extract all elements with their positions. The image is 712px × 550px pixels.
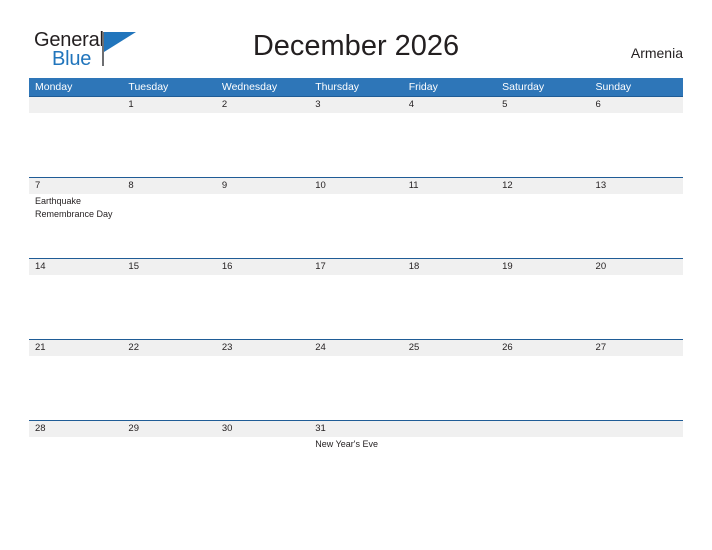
day-event xyxy=(403,194,496,258)
day-event xyxy=(122,194,215,258)
day-number[interactable]: 9 xyxy=(216,178,309,194)
calendar-page: General Blue December 2026 Armenia Monda… xyxy=(0,0,712,550)
day-number[interactable]: 31 xyxy=(309,421,402,437)
country-label: Armenia xyxy=(630,45,683,61)
day-event xyxy=(403,437,496,501)
day-number[interactable]: 25 xyxy=(403,340,496,356)
day-number[interactable]: 16 xyxy=(216,259,309,275)
day-event xyxy=(216,275,309,339)
day-number[interactable]: 14 xyxy=(29,259,122,275)
day-number[interactable]: 4 xyxy=(403,97,496,113)
day-number[interactable]: 21 xyxy=(29,340,122,356)
weekday-wednesday: Wednesday xyxy=(221,81,278,93)
day-event xyxy=(496,113,589,177)
week-event-band xyxy=(29,113,683,177)
day-number[interactable]: 1 xyxy=(122,97,215,113)
day-event xyxy=(403,356,496,420)
day-event xyxy=(590,113,683,177)
day-number[interactable]: 17 xyxy=(309,259,402,275)
day-number[interactable]: 30 xyxy=(216,421,309,437)
calendar-week-row: 7 8 9 10 11 12 13 Earthquake Remembrance… xyxy=(29,177,683,258)
day-number[interactable]: 24 xyxy=(309,340,402,356)
day-event xyxy=(122,275,215,339)
calendar-week-row: 14 15 16 17 18 19 20 xyxy=(29,258,683,339)
day-number[interactable] xyxy=(496,421,589,437)
day-event xyxy=(216,356,309,420)
day-event xyxy=(29,113,122,177)
calendar-week-row: 21 22 23 24 25 26 27 xyxy=(29,339,683,420)
weekday-sunday: Sunday xyxy=(595,81,632,93)
calendar-grid: Monday Tuesday Wednesday Thursday Friday… xyxy=(29,78,683,501)
day-number[interactable]: 6 xyxy=(590,97,683,113)
day-number[interactable]: 3 xyxy=(309,97,402,113)
week-date-band: 21 22 23 24 25 26 27 xyxy=(29,339,683,356)
day-event xyxy=(590,194,683,258)
day-number[interactable]: 15 xyxy=(122,259,215,275)
day-number[interactable] xyxy=(590,421,683,437)
weekday-tuesday: Tuesday xyxy=(128,81,169,93)
day-number[interactable]: 26 xyxy=(496,340,589,356)
day-number[interactable] xyxy=(403,421,496,437)
weekday-thursday: Thursday xyxy=(315,81,360,93)
day-event xyxy=(29,356,122,420)
day-event xyxy=(403,275,496,339)
day-number[interactable]: 29 xyxy=(122,421,215,437)
day-event xyxy=(403,113,496,177)
page-header: General Blue December 2026 Armenia xyxy=(0,0,712,78)
calendar-week-row: 28 29 30 31 New Year's Eve xyxy=(29,420,683,501)
day-number[interactable]: 7 xyxy=(29,178,122,194)
day-event xyxy=(309,275,402,339)
week-event-band xyxy=(29,356,683,420)
weekday-header-row: Monday Tuesday Wednesday Thursday Friday… xyxy=(29,78,683,96)
week-date-band: 7 8 9 10 11 12 13 xyxy=(29,177,683,194)
day-event xyxy=(590,356,683,420)
day-event: Earthquake Remembrance Day xyxy=(35,196,113,219)
day-number[interactable]: 2 xyxy=(216,97,309,113)
weekday-saturday: Saturday xyxy=(502,81,545,93)
day-event xyxy=(216,113,309,177)
day-event xyxy=(122,356,215,420)
day-number[interactable]: 18 xyxy=(403,259,496,275)
day-number[interactable]: 13 xyxy=(590,178,683,194)
day-event xyxy=(590,275,683,339)
page-title: December 2026 xyxy=(252,30,460,62)
day-number[interactable]: 28 xyxy=(29,421,122,437)
day-number[interactable]: 8 xyxy=(122,178,215,194)
calendar-week-row: 1 2 3 4 5 6 xyxy=(29,96,683,177)
day-event xyxy=(122,437,215,501)
week-date-band: 14 15 16 17 18 19 20 xyxy=(29,258,683,275)
day-event: New Year's Eve xyxy=(315,439,379,449)
day-number[interactable]: 11 xyxy=(403,178,496,194)
day-event xyxy=(29,437,122,501)
week-date-band: 28 29 30 31 xyxy=(29,420,683,437)
weekday-monday: Monday xyxy=(35,81,73,93)
day-event xyxy=(496,194,589,258)
day-event xyxy=(122,113,215,177)
day-event xyxy=(216,437,309,501)
day-event xyxy=(496,437,589,501)
day-number[interactable]: 10 xyxy=(309,178,402,194)
day-number[interactable]: 12 xyxy=(496,178,589,194)
week-event-band xyxy=(29,275,683,339)
week-event-band: Earthquake Remembrance Day xyxy=(29,194,683,258)
day-number[interactable]: 5 xyxy=(496,97,589,113)
day-event xyxy=(309,194,402,258)
day-number[interactable]: 27 xyxy=(590,340,683,356)
week-date-band: 1 2 3 4 5 6 xyxy=(29,96,683,113)
day-number[interactable]: 20 xyxy=(590,259,683,275)
weekday-friday: Friday xyxy=(408,81,438,93)
day-number[interactable] xyxy=(29,97,122,113)
day-event xyxy=(29,275,122,339)
day-event xyxy=(309,113,402,177)
day-number[interactable]: 23 xyxy=(216,340,309,356)
day-event xyxy=(496,275,589,339)
day-number[interactable]: 22 xyxy=(122,340,215,356)
week-event-band: New Year's Eve xyxy=(29,437,683,501)
day-event xyxy=(309,356,402,420)
day-event xyxy=(216,194,309,258)
day-number[interactable]: 19 xyxy=(496,259,589,275)
day-event xyxy=(496,356,589,420)
day-event xyxy=(590,437,683,501)
